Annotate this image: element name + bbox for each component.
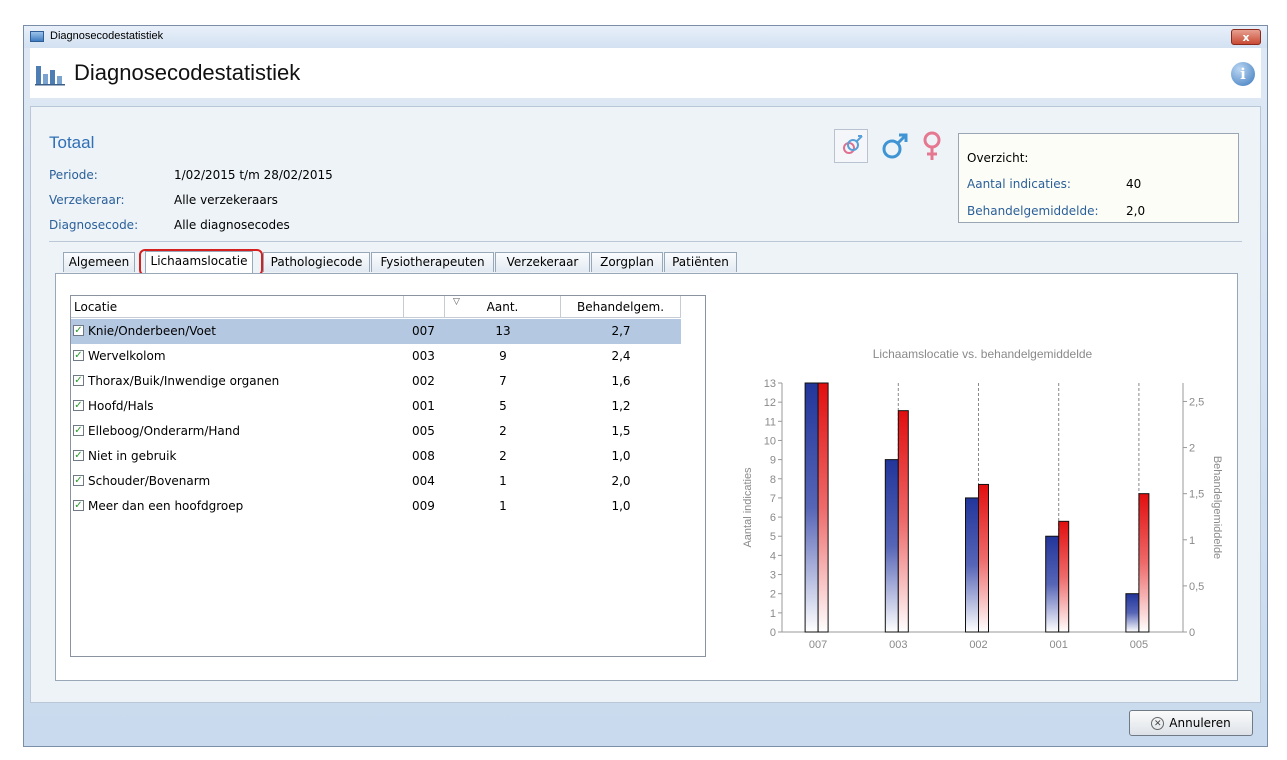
insurer-label: Verzekeraar: (49, 193, 125, 207)
tab-patienten[interactable]: Patiënten (664, 252, 737, 272)
y-tick-label: 6 (770, 512, 776, 524)
male-icon[interactable] (878, 129, 912, 163)
bar-behandelgem (978, 483, 989, 633)
y-tick-label: 7 (770, 493, 776, 505)
divider (49, 241, 1242, 242)
tab-fysiotherapeuten[interactable]: Fysiotherapeuten (371, 252, 494, 272)
desktop: Diagnosecodestatistiek x Diagnosecodesta… (0, 0, 1287, 760)
title-bar: Diagnosecodestatistiek x (24, 26, 1267, 48)
y-tick-label: 3 (770, 570, 776, 582)
cancel-label: Annuleren (1169, 716, 1231, 730)
y2-tick-label: 1,5 (1189, 489, 1204, 501)
x-tick-label: 007 (809, 639, 827, 651)
y-axis-label: Aantal indicaties (742, 467, 754, 548)
y2-tick-label: 1 (1189, 535, 1195, 547)
bar-behandelgem (897, 410, 909, 633)
y-tick-label: 0 (770, 627, 776, 639)
y-tick-label: 12 (764, 397, 776, 409)
bar-aantal (1045, 535, 1060, 633)
cancel-button[interactable]: ✕ Annuleren (1129, 710, 1253, 736)
y2-tick-label: 0 (1189, 627, 1195, 639)
info-icon[interactable]: i (1231, 62, 1255, 86)
y2-axis-label: Behandelgemiddelde (1211, 456, 1223, 559)
x-tick-label: 001 (1050, 639, 1068, 651)
bar-chart-icon (35, 66, 65, 86)
y-tick-label: 1 (770, 608, 776, 620)
avg-value: 2,0 (1126, 204, 1146, 218)
indications-value: 40 (1126, 177, 1142, 191)
male-female-icon[interactable] (834, 129, 868, 163)
y-tick-label: 9 (770, 455, 776, 467)
overview-title: Overzicht: (967, 151, 1029, 165)
chart-title: Lichaamslocatie vs. behandelgemiddelde (873, 347, 1093, 361)
bar-aantal (804, 382, 819, 633)
diagnosis-value: Alle diagnosecodes (174, 218, 290, 232)
indications-label: Aantal indicaties: (967, 177, 1071, 191)
cancel-icon: ✕ (1151, 717, 1165, 730)
period-label: Periode: (49, 168, 98, 182)
bar-behandelgem (1138, 493, 1150, 633)
summary-heading: Totaal (49, 133, 95, 152)
y2-tick-label: 0,5 (1189, 581, 1204, 593)
bar-aantal (1125, 593, 1140, 633)
x-tick-label: 005 (1130, 639, 1148, 651)
window-title: Diagnosecodestatistiek (50, 30, 164, 42)
female-icon[interactable] (915, 129, 949, 163)
y-tick-label: 5 (770, 531, 776, 543)
bar-behandelgem (817, 382, 829, 633)
content-panel: Totaal Periode: 1/02/2015 t/m 28/02/2015… (30, 106, 1261, 703)
tab-verzekeraar[interactable]: Verzekeraar (495, 252, 590, 272)
insurer-value: Alle verzekeraars (174, 193, 278, 207)
tab-algemeen[interactable]: Algemeen (63, 252, 135, 272)
y-tick-label: 11 (765, 416, 776, 428)
tab-pathologiecode[interactable]: Pathologiecode (263, 252, 370, 272)
header-band: Diagnosecodestatistiek i (30, 48, 1261, 98)
period-value: 1/02/2015 t/m 28/02/2015 (174, 168, 333, 182)
window-app-icon (30, 31, 44, 42)
x-tick-label: 002 (969, 639, 987, 651)
y-tick-label: 4 (770, 550, 776, 562)
overview-box: Overzicht: Aantal indicaties: 40 Behande… (958, 133, 1239, 223)
y-tick-label: 2 (770, 589, 776, 601)
dialog-window: Diagnosecodestatistiek x Diagnosecodesta… (23, 25, 1268, 747)
bar-behandelgem (1058, 520, 1070, 633)
page-title: Diagnosecodestatistiek (74, 60, 301, 85)
y-tick-label: 13 (764, 378, 776, 390)
tab-content: Locatie ▽ Aant. Behandelgem. ✓ Knie/Onder… (55, 273, 1238, 681)
y-tick-label: 10 (764, 435, 776, 447)
chart: Lichaamslocatie vs. behandelgemiddelde 0 1… (742, 347, 1223, 651)
bar-aantal (884, 459, 899, 633)
diagnosis-label: Diagnosecode: (49, 218, 139, 232)
x-tick-label: 003 (889, 639, 907, 651)
avg-label: Behandelgemiddelde: (967, 204, 1099, 218)
tab-highlight (139, 249, 263, 276)
y2-tick-label: 2,5 (1189, 396, 1204, 408)
y-tick-label: 8 (770, 474, 776, 486)
bar-aantal (965, 497, 979, 633)
close-button[interactable]: x (1231, 29, 1261, 45)
tab-zorgplan[interactable]: Zorgplan (591, 252, 663, 272)
y2-tick-label: 2 (1189, 443, 1195, 455)
